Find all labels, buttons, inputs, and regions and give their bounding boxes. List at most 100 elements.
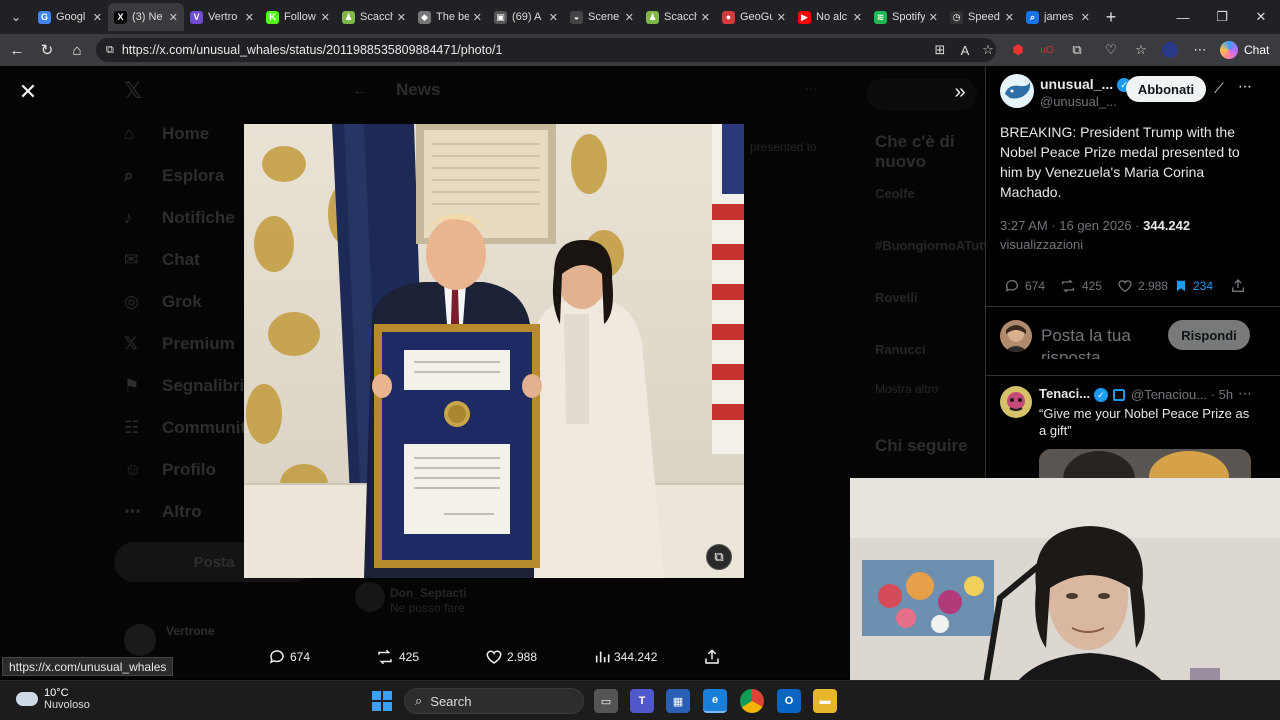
- background-trend-item: Ceolfe: [875, 186, 915, 201]
- reply-author-avatar[interactable]: [1000, 386, 1032, 418]
- browser-tab[interactable]: ▣ (69) A ✕: [488, 3, 564, 31]
- share-button[interactable]: [1230, 277, 1251, 295]
- close-viewer-button[interactable]: ✕: [16, 79, 40, 104]
- store-icon[interactable]: ▦: [666, 689, 690, 713]
- background-nav-item: Grok: [162, 292, 202, 311]
- browser-tab[interactable]: ◆ The be ✕: [412, 3, 488, 31]
- reply-author-handle[interactable]: @Tenaciou... · 5h: [1131, 387, 1233, 402]
- tab-close-icon[interactable]: ✕: [245, 11, 254, 24]
- tab-favicon-icon: G: [38, 10, 51, 24]
- tab-close-icon[interactable]: ✕: [777, 11, 786, 24]
- viewer-like-button[interactable]: 2.988: [485, 646, 537, 668]
- home-button[interactable]: ⌂: [62, 35, 92, 65]
- new-tab-button[interactable]: +: [1096, 7, 1126, 28]
- outlook-icon[interactable]: O: [777, 689, 801, 713]
- tab-title: Scacch: [664, 11, 697, 23]
- reply-button[interactable]: 674: [1004, 277, 1045, 295]
- teams-icon[interactable]: T: [630, 689, 654, 713]
- tab-close-icon[interactable]: ✕: [169, 11, 178, 24]
- ublock-icon[interactable]: uO: [1037, 40, 1057, 60]
- chrome-icon[interactable]: [740, 689, 764, 713]
- background-trend-item: #BuongiornoATutt: [875, 238, 988, 253]
- tab-close-icon[interactable]: ✕: [549, 11, 558, 24]
- viewer-views-button[interactable]: 344.242: [594, 646, 657, 668]
- repost-button[interactable]: 425: [1059, 277, 1102, 295]
- tab-close-icon[interactable]: ✕: [321, 11, 330, 24]
- tab-close-icon[interactable]: ✕: [625, 11, 634, 24]
- site-info-icon[interactable]: ⧉: [106, 44, 114, 57]
- tab-close-icon[interactable]: ✕: [853, 11, 862, 24]
- tab-close-icon[interactable]: ✕: [929, 11, 938, 24]
- split-screen-icon[interactable]: ⊞: [930, 40, 950, 60]
- favorites-icon[interactable]: ☆: [1131, 40, 1151, 60]
- tab-close-icon[interactable]: ✕: [397, 11, 406, 24]
- rispondi-button[interactable]: Rispondi: [1168, 320, 1250, 350]
- browser-tab[interactable]: X (3) Ne ✕: [108, 3, 184, 31]
- tab-close-icon[interactable]: ✕: [1005, 11, 1014, 24]
- browser-tab[interactable]: ● GeoGu ✕: [716, 3, 792, 31]
- minimize-button[interactable]: —: [1164, 0, 1202, 34]
- address-bar[interactable]: ⧉ https://x.com/unusual_whales/status/20…: [96, 38, 996, 62]
- browser-tab[interactable]: V Vertro ✕: [184, 3, 260, 31]
- back-button[interactable]: ←: [2, 35, 32, 65]
- browser-tab[interactable]: ♟ Scacch ✕: [336, 3, 412, 31]
- browser-tab[interactable]: ▶ No alc ✕: [792, 3, 868, 31]
- reply-author[interactable]: Tenaci... ✓: [1039, 386, 1126, 402]
- start-button[interactable]: [370, 689, 394, 713]
- maximize-button[interactable]: ❐: [1203, 0, 1241, 34]
- tab-list-button[interactable]: ⌄: [0, 0, 32, 34]
- author-name[interactable]: unusual_... ✓: [1040, 76, 1132, 93]
- browser-essentials-icon[interactable]: ♡: [1101, 40, 1121, 60]
- like-button[interactable]: 2.988: [1117, 277, 1168, 295]
- viewer-share-button[interactable]: [703, 646, 725, 668]
- profile-avatar-icon[interactable]: [1160, 40, 1180, 60]
- reply-input[interactable]: Posta la tua risposta: [1041, 325, 1161, 359]
- reply-more-icon[interactable]: ⋯: [1238, 385, 1252, 402]
- browser-tab[interactable]: ◒ Scene ✕: [564, 3, 640, 31]
- tab-close-icon[interactable]: ✕: [701, 11, 710, 24]
- extensions-icon[interactable]: ⧉: [1067, 40, 1087, 60]
- read-aloud-icon[interactable]: A: [955, 40, 975, 60]
- viewer-reply-button[interactable]: 674: [268, 646, 310, 668]
- copilot-chat-button[interactable]: Chat: [1220, 39, 1269, 61]
- author-handle[interactable]: @unusual_...: [1040, 94, 1117, 109]
- file-explorer-icon[interactable]: ▬: [813, 689, 837, 713]
- taskbar-search[interactable]: ⌕ Search: [404, 688, 584, 714]
- weather-widget[interactable]: 10°C Nuvoloso: [16, 687, 90, 711]
- more-icon[interactable]: ⋯: [1238, 78, 1252, 95]
- reload-button[interactable]: ↻: [32, 35, 62, 65]
- more-options-icon[interactable]: ⋯: [1190, 40, 1210, 60]
- weather-temperature: 10°C: [44, 687, 69, 699]
- background-back-arrow: ←: [352, 82, 368, 99]
- plus-icon: +: [1105, 6, 1117, 27]
- bookmark-button[interactable]: 234: [1174, 277, 1213, 295]
- tab-title: (69) A: [512, 11, 542, 23]
- subscribe-button[interactable]: Abbonati: [1126, 76, 1206, 102]
- browser-tab[interactable]: ⌕ james ✕: [1020, 3, 1096, 31]
- tab-close-icon[interactable]: ✕: [1081, 11, 1090, 24]
- tweet-timestamp[interactable]: 3:27 AM · 16 gen 2026 ·: [1000, 218, 1139, 233]
- browser-tab[interactable]: ♟ Scacch ✕: [640, 3, 716, 31]
- tab-favicon-icon: ●: [722, 10, 735, 24]
- browser-tab[interactable]: K Follow ✕: [260, 3, 336, 31]
- reply-icon: [1005, 280, 1018, 292]
- close-window-button[interactable]: ✕: [1242, 0, 1280, 34]
- edge-icon[interactable]: e: [703, 689, 727, 713]
- image-description-button[interactable]: ⧉: [706, 544, 732, 570]
- tab-title: Scene: [588, 11, 620, 23]
- favorite-star-icon[interactable]: ☆: [978, 40, 998, 60]
- tab-close-icon[interactable]: ✕: [473, 11, 482, 24]
- x-logo-icon: 𝕏: [124, 78, 142, 103]
- tab-close-icon[interactable]: ✕: [93, 11, 102, 24]
- task-view-icon[interactable]: ▭: [594, 689, 618, 713]
- browser-tab[interactable]: G Googl ✕: [32, 3, 108, 31]
- collapse-panel-button[interactable]: »: [948, 80, 972, 104]
- author-avatar[interactable]: [1000, 74, 1034, 108]
- tab-favicon-icon: ⌕: [1026, 10, 1039, 24]
- grok-icon[interactable]: ⟋: [1214, 80, 1224, 97]
- viewer-repost-button[interactable]: 425: [375, 646, 419, 668]
- browser-tab[interactable]: ≋ Spotify ✕: [868, 3, 944, 31]
- tweet-photo[interactable]: [244, 124, 744, 578]
- browser-tab[interactable]: ◷ Speed ✕: [944, 3, 1020, 31]
- extension-shield-icon[interactable]: ⬢: [1008, 40, 1028, 60]
